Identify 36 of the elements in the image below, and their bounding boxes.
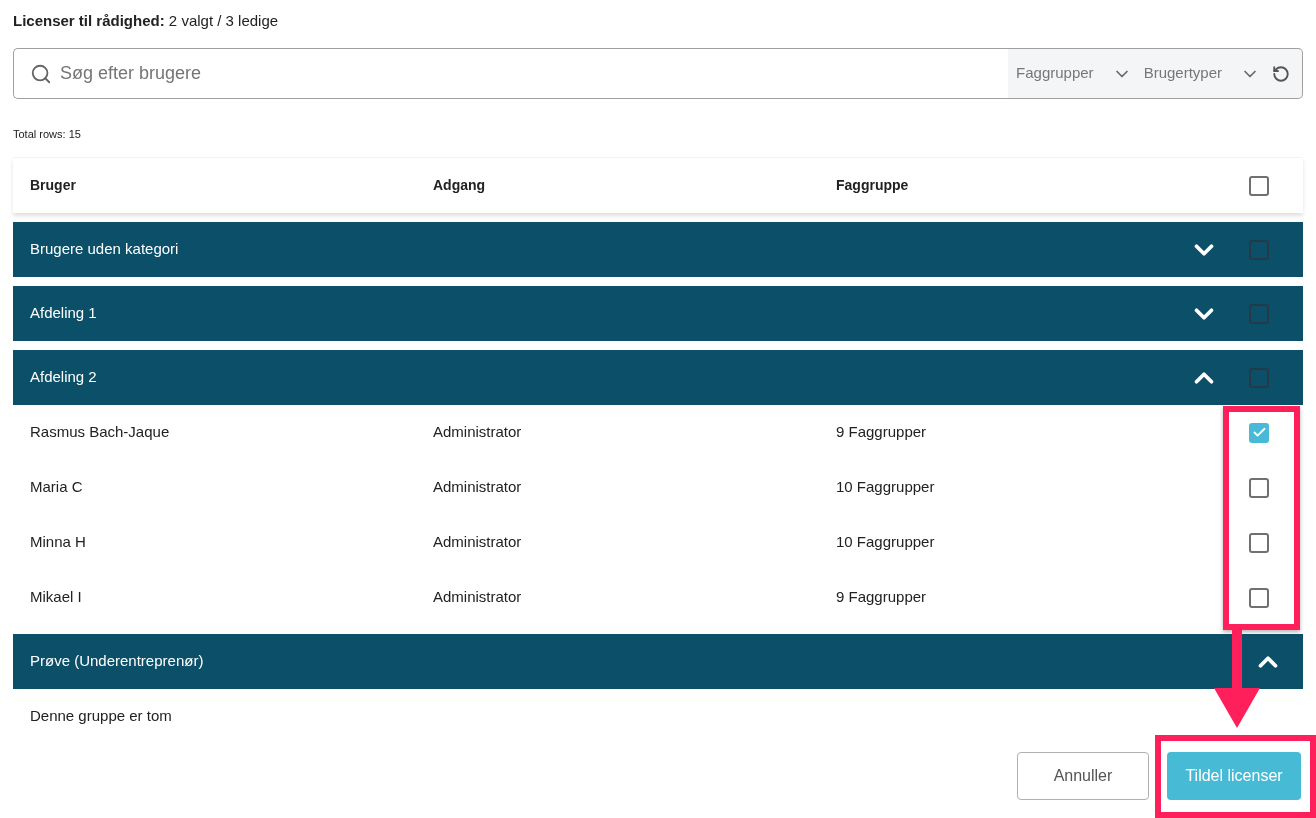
checkbox[interactable]: [1249, 422, 1269, 443]
group-name: Afdeling 2: [30, 367, 97, 388]
group-name: Afdeling 1: [30, 303, 97, 324]
total-rows: Total rows: 15: [13, 128, 81, 140]
cancel-button[interactable]: Annuller: [1017, 752, 1149, 800]
checkbox[interactable]: [1249, 303, 1269, 324]
group-name: Brugere uden kategori: [30, 239, 179, 260]
column-header: Bruger: [30, 176, 77, 195]
group-cell-text: 9 Faggrupper: [836, 587, 928, 608]
checkbox[interactable]: [1249, 239, 1269, 260]
user-cell-text: Minna H: [30, 532, 87, 553]
group-cell-text: 10 Faggrupper: [836, 477, 936, 498]
checkbox[interactable]: [1249, 587, 1269, 608]
check-icon: [1251, 425, 1267, 440]
group-name: Prøve (Underentreprenør): [30, 651, 204, 672]
checkbox[interactable]: [1249, 532, 1269, 553]
group-cell-text: 9 Faggrupper: [836, 422, 928, 443]
access-cell-text: Administrator: [433, 587, 523, 608]
group-row[interactable]: Afdeling 1: [13, 286, 1303, 341]
user-cell-text: Mikael I: [30, 587, 83, 608]
checkbox[interactable]: [1249, 367, 1269, 388]
access-cell-text: Administrator: [433, 422, 523, 443]
column-header: Adgang: [433, 176, 487, 195]
license-summary: Licenser til rådighed: 2 valgt / 3 ledige: [13, 12, 279, 29]
user-cell-text: Maria C: [30, 477, 84, 498]
checkbox[interactable]: [1249, 175, 1269, 196]
checkbox[interactable]: [1249, 477, 1269, 498]
column-header: Faggruppe: [836, 176, 910, 195]
group-row[interactable]: Prøve (Underentreprenør): [13, 634, 1303, 689]
group-row[interactable]: Brugere uden kategori: [13, 222, 1303, 277]
access-cell-text: Administrator: [433, 532, 523, 553]
access-cell-text: Administrator: [433, 477, 523, 498]
group-row[interactable]: Afdeling 2: [13, 350, 1303, 405]
user-cell-text: Rasmus Bach-Jaque: [30, 422, 171, 443]
empty-group-message: Denne gruppe er tom: [30, 706, 172, 727]
group-cell-text: 10 Faggrupper: [836, 532, 936, 553]
